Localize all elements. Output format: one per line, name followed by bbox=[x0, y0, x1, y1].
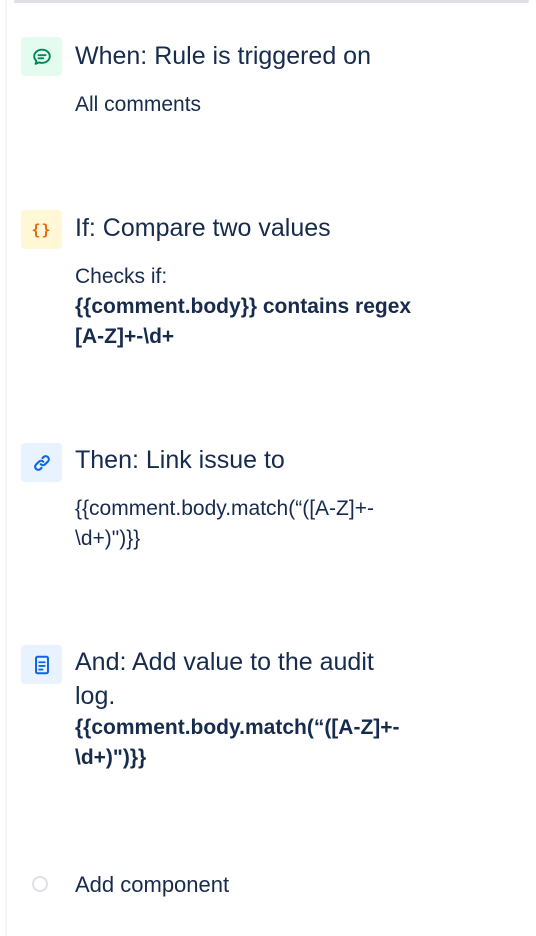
condition-description-intro: Checks if: bbox=[75, 265, 168, 288]
condition-step[interactable]: {} If: Compare two values Checks if: {{c… bbox=[21, 210, 521, 355]
action-title: Then: Link issue to bbox=[75, 446, 285, 474]
add-component-button[interactable]: Add component bbox=[21, 868, 421, 904]
audit-description-line1: {{comment.body.match(“([A-Z]+- bbox=[75, 716, 400, 739]
action-step[interactable]: Then: Link issue to {{comment.body.match… bbox=[21, 443, 521, 563]
audit-description-line2: \d+)")}} bbox=[75, 746, 147, 769]
audit-title-line1: And: Add value to the audit bbox=[75, 648, 374, 676]
trigger-step[interactable]: When: Rule is triggered on All comments bbox=[21, 37, 521, 137]
add-component-label: Add component bbox=[75, 872, 230, 897]
left-rail bbox=[5, 0, 7, 936]
comment-icon bbox=[21, 37, 62, 76]
action-description-line2: \d+)")}} bbox=[75, 527, 141, 550]
audit-title-line2: log. bbox=[75, 682, 116, 710]
audit-log-step[interactable]: And: Add value to the audit log. {{comme… bbox=[21, 645, 521, 780]
top-divider bbox=[14, 0, 529, 3]
add-circle-icon bbox=[32, 876, 48, 892]
trigger-title: When: Rule is triggered on bbox=[75, 42, 371, 70]
trigger-description: All comments bbox=[75, 93, 202, 116]
condition-description-expression: {{comment.body}} contains regex bbox=[75, 295, 412, 318]
condition-title: If: Compare two values bbox=[75, 214, 331, 242]
link-icon bbox=[21, 443, 62, 482]
action-description-line1: {{comment.body.match(“([A-Z]+- bbox=[75, 497, 374, 520]
condition-description-regex: [A-Z]+-\d+ bbox=[75, 325, 175, 348]
curly-braces-icon: {} bbox=[21, 210, 62, 249]
document-icon bbox=[21, 645, 62, 684]
